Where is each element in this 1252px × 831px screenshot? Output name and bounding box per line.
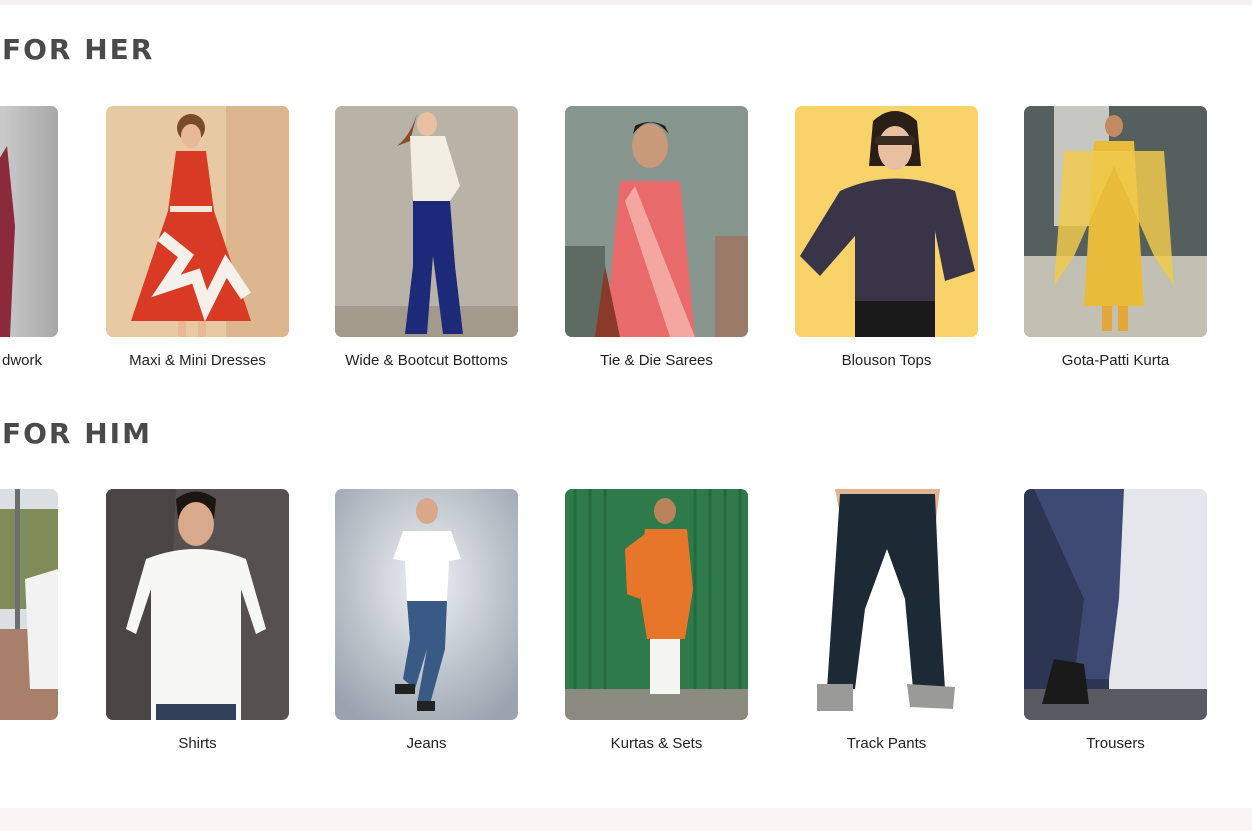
for-him-carousel[interactable]: Shirts Jeans Kurtas & Sets Track Pants T… <box>0 489 1252 769</box>
photo-outdoor-icon <box>0 489 58 720</box>
category-card-tie-die-sarees[interactable]: Tie & Die Sarees <box>565 106 748 371</box>
photo-bootcut-icon <box>335 106 518 337</box>
category-card-gota-patti-kurta[interactable]: Gota-Patti Kurta <box>1024 106 1207 371</box>
photo-trousers-icon <box>1024 489 1207 720</box>
photo-kurta-icon <box>1024 106 1207 337</box>
category-card-jeans[interactable]: Jeans <box>335 489 518 754</box>
category-label: Kurtas & Sets <box>610 735 703 752</box>
category-label: Gota-Patti Kurta <box>1061 352 1170 369</box>
category-card-kurtas-sets[interactable]: Kurtas & Sets <box>565 489 748 754</box>
footer-strip <box>0 808 1252 831</box>
section-title-for-him: FOR HIM <box>2 417 152 450</box>
section-title-for-her: FOR HER <box>2 33 155 66</box>
for-her-carousel[interactable]: dwork Maxi & Mini Dresses Wide & Bootcut… <box>0 106 1252 386</box>
photo-saree-icon <box>565 106 748 337</box>
photo-kurta-set-icon <box>565 489 748 720</box>
photo-shirt-icon <box>106 489 289 720</box>
photo-top-icon <box>795 106 978 337</box>
category-label: Jeans <box>406 735 447 752</box>
top-divider-strip <box>0 0 1252 5</box>
category-card-shirts[interactable]: Shirts <box>106 489 289 754</box>
category-label: dwork <box>1 352 42 369</box>
category-label: Track Pants <box>846 735 927 752</box>
photo-dress-icon <box>106 106 289 337</box>
category-card-handwork[interactable]: dwork <box>0 106 58 371</box>
category-card-blouson-tops[interactable]: Blouson Tops <box>795 106 978 371</box>
category-label: Maxi & Mini Dresses <box>129 352 266 369</box>
category-label: Tie & Die Sarees <box>600 352 713 369</box>
category-card-track-pants[interactable]: Track Pants <box>795 489 978 754</box>
category-card-wide-bootcut-bottoms[interactable]: Wide & Bootcut Bottoms <box>335 106 518 371</box>
category-card-partial[interactable] <box>0 489 58 734</box>
category-card-trousers[interactable]: Trousers <box>1024 489 1207 754</box>
photo-fabric-icon <box>0 106 58 337</box>
category-label: Wide & Bootcut Bottoms <box>345 352 508 369</box>
photo-trackpants-icon <box>795 489 978 720</box>
category-card-maxi-mini-dresses[interactable]: Maxi & Mini Dresses <box>106 106 289 371</box>
category-label: Shirts <box>178 735 217 752</box>
photo-jeans-icon <box>335 489 518 720</box>
category-label: Blouson Tops <box>841 352 932 369</box>
category-label: Trousers <box>1086 735 1145 752</box>
